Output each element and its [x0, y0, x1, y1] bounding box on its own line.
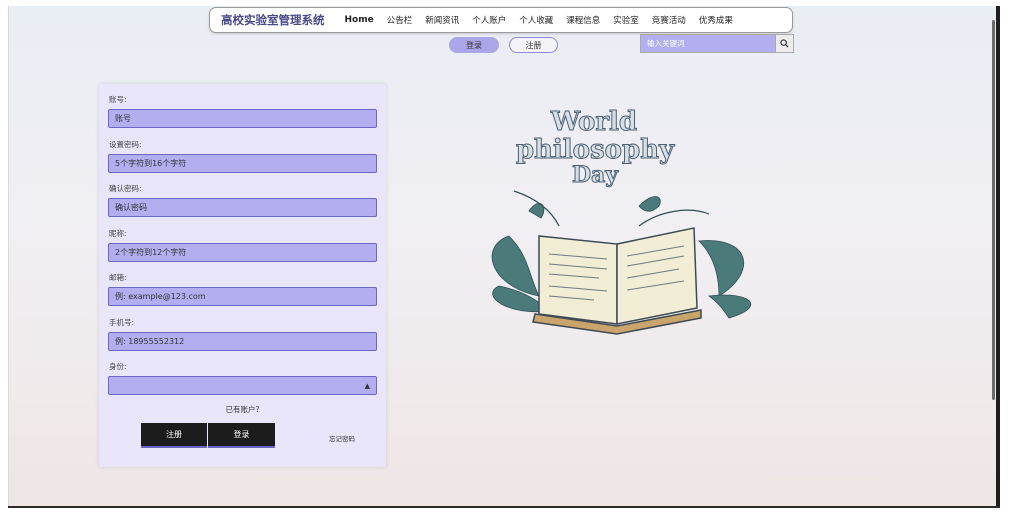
search-input[interactable] [641, 35, 775, 52]
search-icon [780, 39, 789, 48]
select-arrows-icon: ▲ [364, 381, 370, 390]
header-register-button[interactable]: 注册 [509, 37, 558, 53]
forgot-password-link[interactable]: 忘记密码 [329, 433, 355, 443]
header-login-button[interactable]: 登录 [449, 37, 499, 53]
confirm-password-input[interactable]: 确认密码 [108, 198, 377, 217]
email-input[interactable]: 例: example@123.com [108, 287, 377, 306]
nav-item-account[interactable]: 个人账户 [472, 14, 506, 26]
confirm-password-label: 确认密码: [109, 184, 142, 193]
nav-item-labs[interactable]: 实验室 [613, 14, 639, 26]
nickname-input[interactable]: 2个字符到12个字符 [108, 243, 377, 262]
search-button[interactable] [774, 35, 793, 52]
email-label: 邮箱: [109, 273, 127, 282]
nav-item-achievements[interactable]: 优秀成果 [699, 14, 733, 26]
login-button[interactable]: 登录 [208, 423, 275, 446]
phone-placeholder: 例: 18955552312 [115, 337, 185, 346]
password-input[interactable]: 5个字符到16个字符 [108, 154, 377, 173]
phone-label: 手机号: [109, 318, 135, 327]
illustration-title-day: Day [572, 162, 619, 188]
phone-input[interactable]: 例: 18955552312 [108, 332, 377, 351]
nav-item-courses[interactable]: 课程信息 [566, 14, 600, 26]
password-label: 设置密码: [109, 140, 142, 149]
nav-item-home[interactable]: Home [345, 15, 374, 25]
search-bar [640, 34, 794, 53]
nav-item-news[interactable]: 新闻资讯 [425, 14, 459, 26]
account-label: 账号: [109, 95, 127, 104]
window-bottom-border [8, 506, 1000, 508]
register-form: 账号: 账号 设置密码: 5个字符到16个字符 确认密码: 确认密码 昵称: 2… [99, 84, 386, 467]
window-border [996, 6, 1000, 508]
password-placeholder: 5个字符到16个字符 [115, 159, 187, 168]
have-account-link[interactable]: 已有账户? [99, 404, 386, 415]
nav-item-announcements[interactable]: 公告栏 [387, 14, 413, 26]
illustration-title-world: World [550, 107, 637, 137]
identity-label: 身份: [109, 362, 127, 371]
nickname-label: 昵称: [109, 229, 127, 238]
site-brand[interactable]: 高校实验室管理系统 [221, 12, 325, 28]
nickname-placeholder: 2个字符到12个字符 [115, 248, 187, 257]
scrollbar-thumb[interactable] [992, 20, 995, 400]
identity-select[interactable]: ▲ [108, 376, 377, 395]
page-frame: 高校实验室管理系统 Home 公告栏 新闻资讯 个人账户 个人收藏 课程信息 实… [8, 6, 997, 508]
philosophy-day-illustration: World philosophy Day [491, 107, 752, 335]
illustration-title-philosophy: philosophy [516, 135, 675, 165]
top-navbar: 高校实验室管理系统 Home 公告栏 新闻资讯 个人账户 个人收藏 课程信息 实… [209, 7, 793, 33]
account-input[interactable]: 账号 [108, 109, 377, 128]
nav-item-competitions[interactable]: 竞赛活动 [652, 14, 686, 26]
account-placeholder: 账号 [115, 114, 131, 123]
register-button[interactable]: 注册 [141, 423, 207, 446]
confirm-password-placeholder: 确认密码 [115, 203, 147, 212]
nav-item-favorites[interactable]: 个人收藏 [519, 14, 553, 26]
email-placeholder: 例: example@123.com [115, 292, 206, 301]
